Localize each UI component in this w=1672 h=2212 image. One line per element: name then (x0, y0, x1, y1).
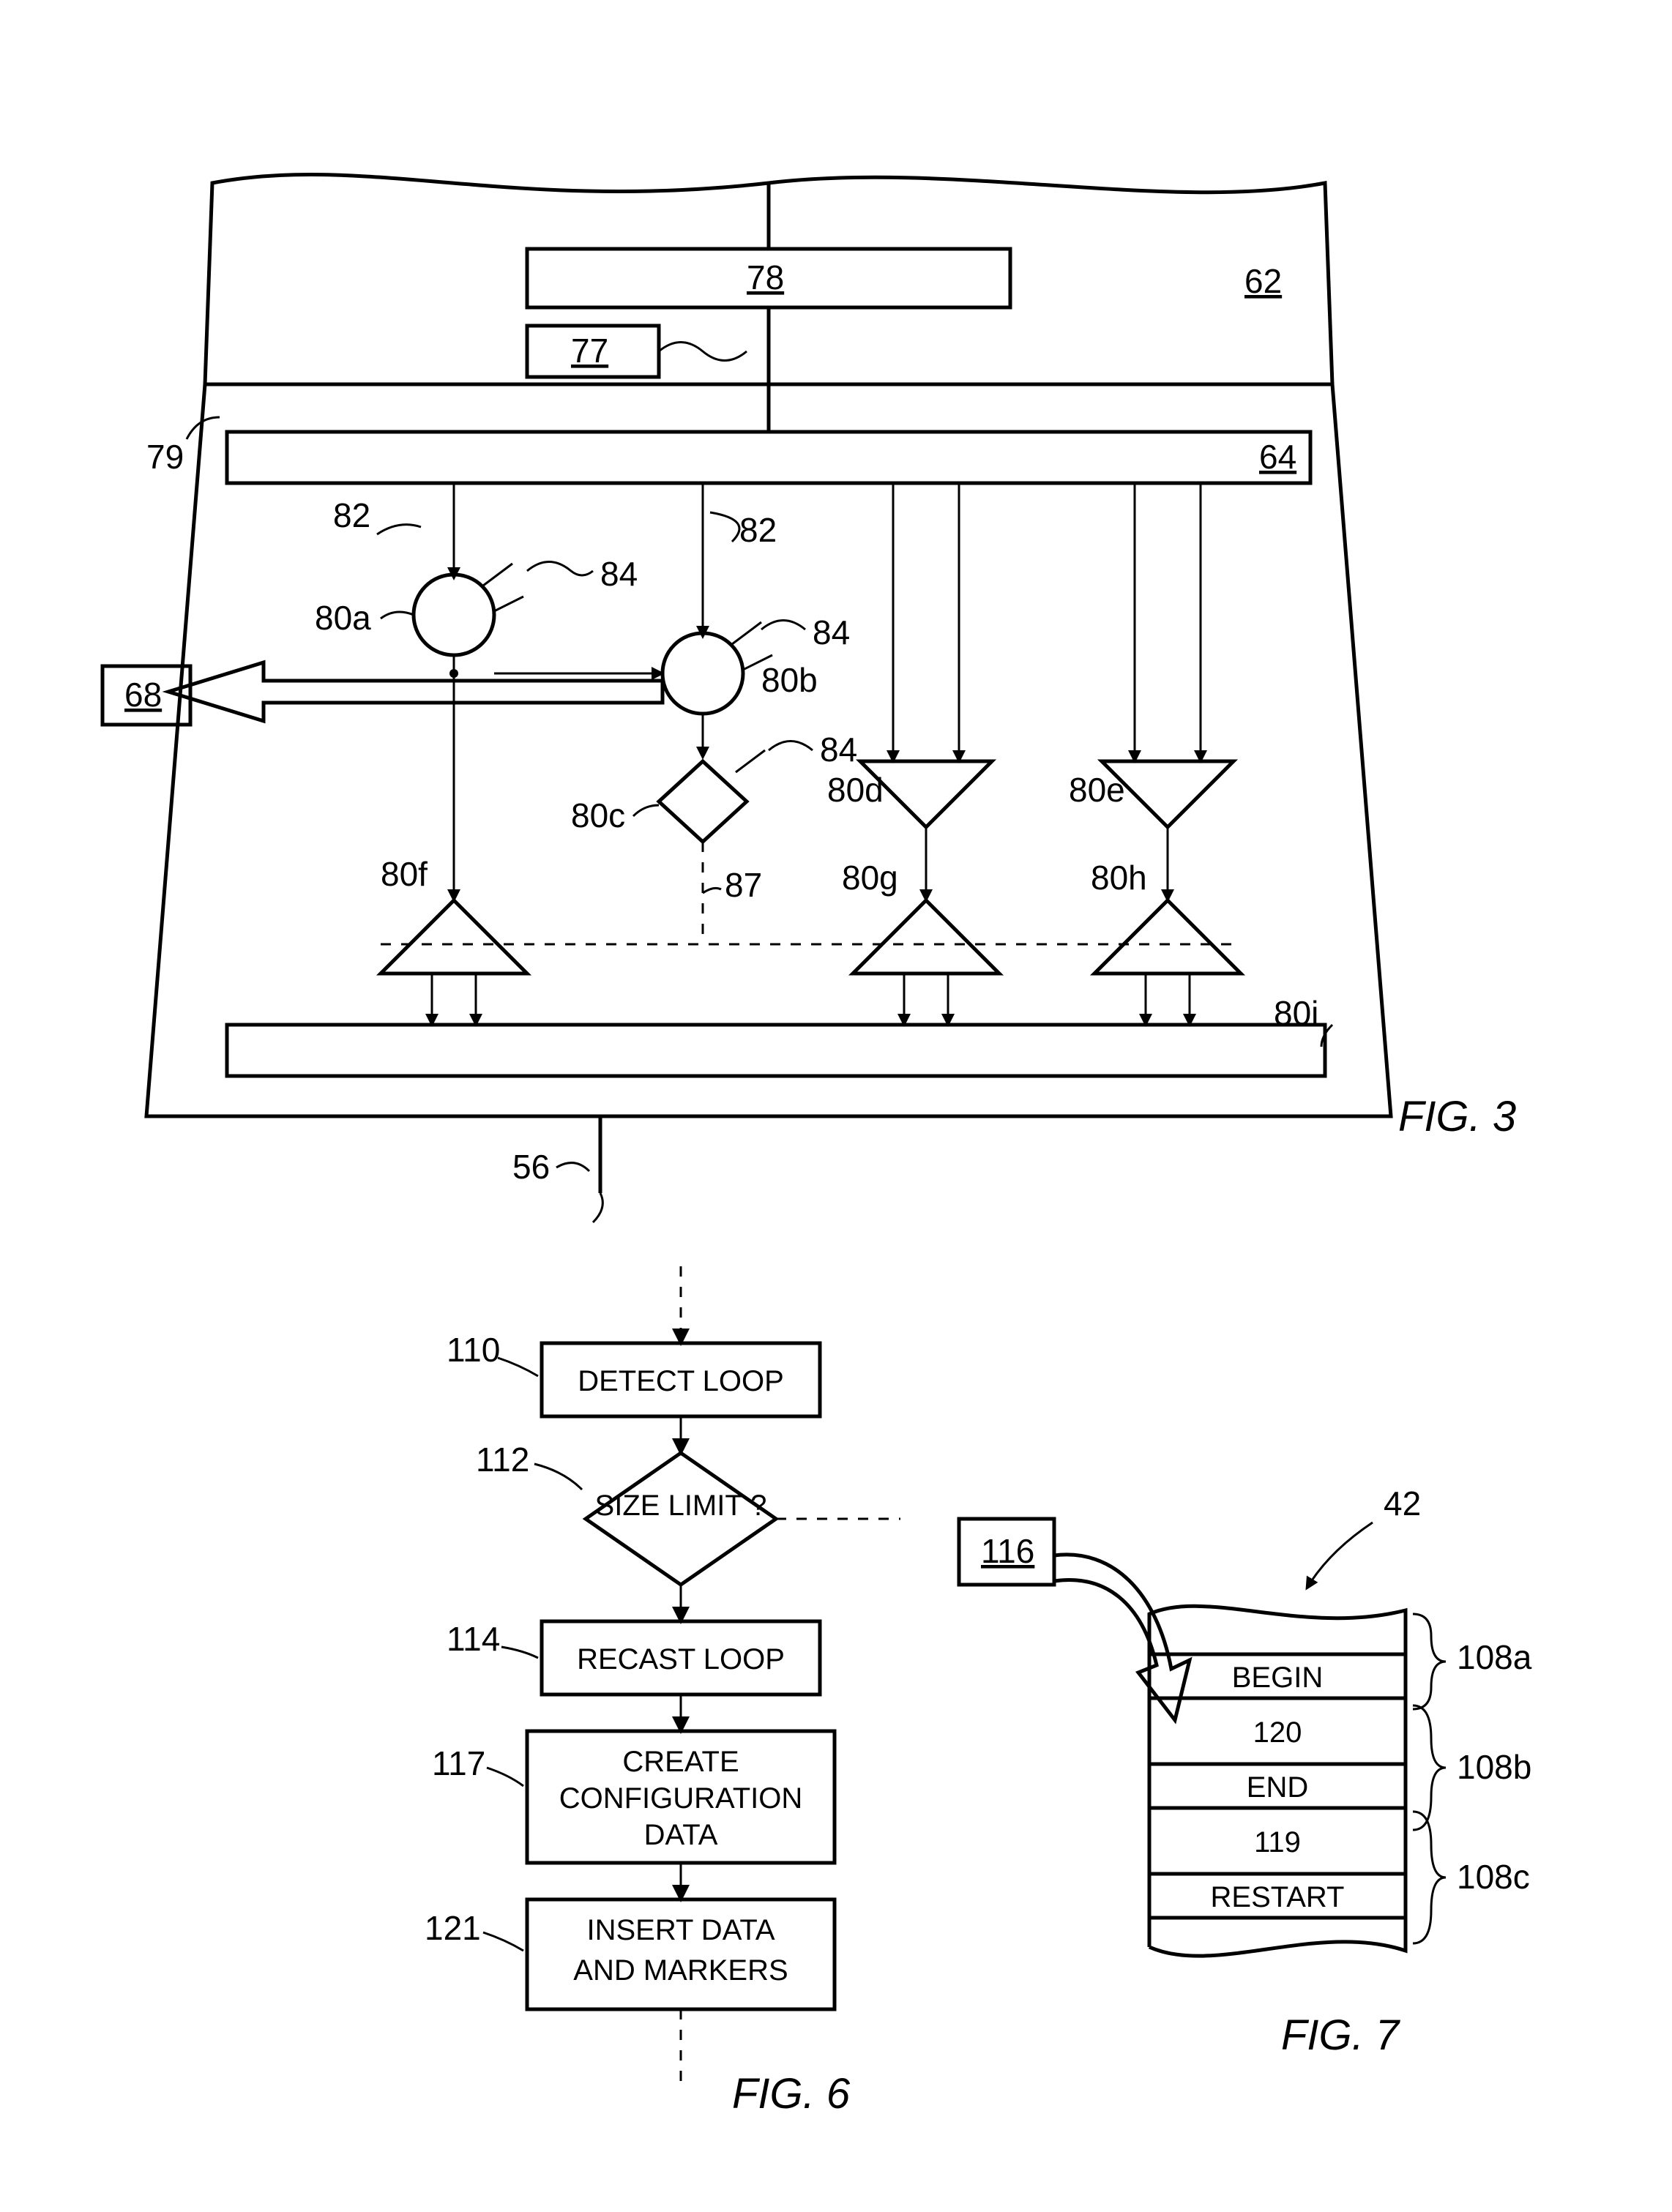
node-80h (1094, 900, 1241, 974)
node-80c (659, 761, 747, 842)
lbl-110: DETECT LOOP (578, 1365, 784, 1397)
leader-77 (659, 343, 747, 361)
fig7: 116 42 BEGIN 120 END 119 RESTART (959, 1484, 1532, 2059)
lbl-121a: INSERT DATA (586, 1914, 775, 1946)
ref-84b: 84 (813, 613, 850, 651)
ref-80b: 80b (761, 661, 818, 699)
fig6: DETECT LOOP 110 SIZE LIMIT ? 112 RECAST … (425, 1266, 900, 2118)
fig3: 78 62 77 64 79 82 82 84 80a (102, 174, 1516, 1222)
leader-82b (710, 512, 739, 542)
lbl-117c: DATA (644, 1819, 718, 1851)
ref-112: 112 (476, 1441, 529, 1479)
ref-110: 110 (447, 1331, 500, 1369)
ref-80c: 80c (571, 796, 625, 834)
row-end: END (1247, 1771, 1308, 1804)
lbl-117a: CREATE (622, 1746, 739, 1778)
leader-82a (377, 525, 421, 534)
leader-84a (527, 562, 593, 576)
fig7-caption: FIG. 7 (1281, 2011, 1401, 2059)
ref-114: 114 (447, 1620, 500, 1658)
bus-64 (227, 432, 1310, 483)
memory-block: BEGIN 120 END 119 RESTART (1149, 1606, 1406, 1956)
row-restart: RESTART (1211, 1881, 1345, 1913)
ref-80f: 80f (381, 855, 428, 893)
leader-87 (703, 888, 721, 893)
fig3-caption: FIG. 3 (1398, 1093, 1516, 1140)
ref-79: 79 (146, 438, 184, 476)
ref-80g: 80g (842, 859, 898, 897)
ref-117: 117 (432, 1744, 485, 1782)
row-119: 119 (1254, 1826, 1301, 1858)
ref-80e: 80e (1069, 771, 1125, 809)
lbl-114: RECAST LOOP (577, 1643, 785, 1675)
brace-108c (1413, 1812, 1446, 1943)
leader-80c (633, 805, 659, 816)
ref-64: 64 (1259, 438, 1296, 476)
leader-42 (1307, 1522, 1373, 1588)
tick-80b1 (732, 622, 761, 644)
ref-80d: 80d (827, 771, 884, 809)
ref-80i: 80i (1274, 994, 1318, 1032)
mem-bottom (1149, 1918, 1406, 1956)
tick-80a1 (483, 564, 512, 586)
ref-82b: 82 (739, 511, 777, 549)
leader-80a (381, 612, 414, 619)
leader-84b (761, 621, 805, 630)
node-80b (663, 633, 743, 714)
leader-112 (534, 1464, 582, 1490)
tick-80c (736, 750, 765, 772)
mem-top (1149, 1606, 1406, 1654)
ref-108a: 108a (1457, 1638, 1532, 1676)
leader-121 (483, 1932, 523, 1951)
fig6-caption: FIG. 6 (732, 2070, 851, 2118)
lbl-117b: CONFIGURATION (559, 1782, 803, 1815)
row-120: 120 (1253, 1716, 1302, 1749)
leader-56 (556, 1163, 589, 1171)
ref-121: 121 (425, 1909, 481, 1947)
bus-to-68 (168, 662, 663, 721)
ref-84c: 84 (820, 731, 857, 769)
row-begin: BEGIN (1232, 1662, 1323, 1694)
ref-84a: 84 (600, 555, 638, 593)
ref-56: 56 (512, 1148, 550, 1186)
lbl-112a: SIZE LIMIT ? (595, 1490, 767, 1522)
leader-117 (487, 1768, 523, 1786)
ref-80h: 80h (1091, 859, 1147, 897)
lbl-121b: AND MARKERS (573, 1954, 788, 1987)
patent-figure-page: 78 62 77 64 79 82 82 84 80a (0, 0, 1672, 2212)
ref-108b: 108b (1457, 1748, 1531, 1786)
ref-62: 62 (1244, 262, 1282, 300)
ref-108c: 108c (1457, 1858, 1530, 1896)
ref-80a: 80a (315, 599, 371, 637)
bus-80i (227, 1025, 1325, 1076)
leader-114 (501, 1647, 538, 1658)
ref-116: 116 (981, 1532, 1034, 1570)
out-56-tail (593, 1193, 602, 1222)
leader-110 (498, 1358, 538, 1376)
ref-68: 68 (124, 676, 162, 714)
ref-82a: 82 (333, 496, 370, 534)
leader-84c (769, 741, 813, 751)
arrow-116 (1054, 1555, 1190, 1720)
ref-78: 78 (747, 258, 784, 296)
tick-80a2 (494, 597, 523, 611)
node-80g (853, 900, 999, 974)
node-80a (414, 575, 494, 655)
ref-87: 87 (725, 866, 762, 904)
ref-42: 42 (1384, 1484, 1421, 1522)
ref-77: 77 (571, 332, 608, 370)
brace-108a (1413, 1614, 1446, 1709)
node-80f (381, 900, 527, 974)
